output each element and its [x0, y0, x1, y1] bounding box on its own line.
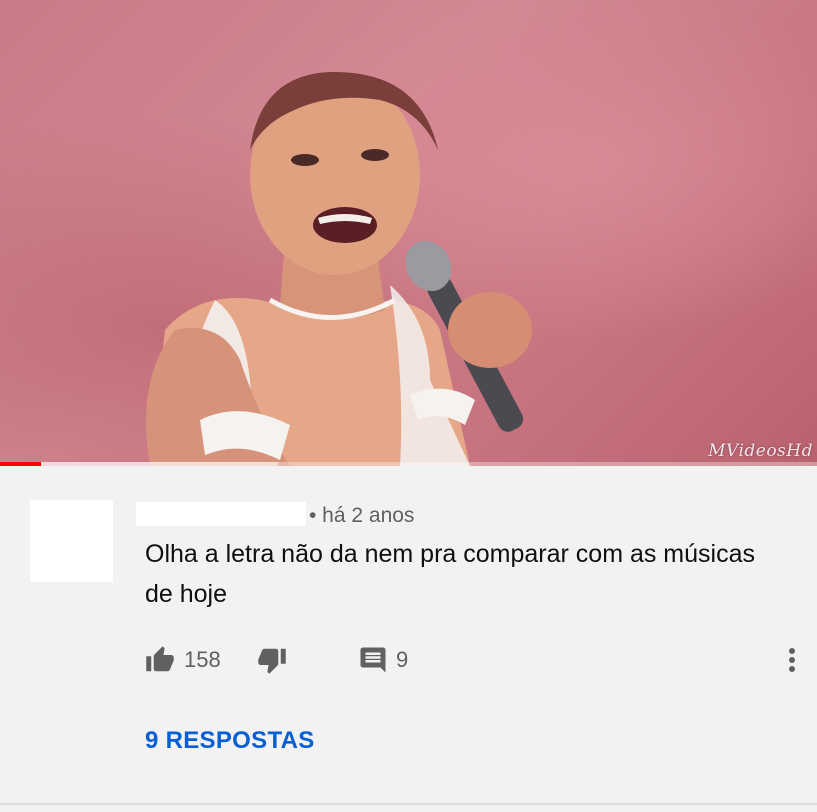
avatar[interactable] — [30, 500, 113, 582]
dislike-button[interactable] — [256, 640, 288, 680]
like-button[interactable]: 158 — [144, 640, 221, 680]
thumbs-up-icon — [146, 646, 174, 672]
divider — [0, 803, 817, 805]
comment-text: Olha a letra não da nem pra comparar com… — [145, 540, 755, 608]
video-progress-buffered — [0, 462, 278, 466]
like-count: 158 — [184, 647, 221, 672]
reply-button[interactable]: 9 — [358, 640, 408, 680]
video-progress-bar[interactable] — [0, 462, 817, 466]
video-frame — [145, 71, 532, 466]
comment-icon — [360, 647, 386, 673]
video-progress-played — [0, 462, 41, 466]
video-player[interactable]: MVideosHd — [0, 0, 817, 466]
comment-actions: 158 9 — [0, 640, 817, 680]
view-replies-link[interactable]: 9 RESPOSTAS — [145, 727, 315, 755]
channel-watermark: MVideosHd — [708, 441, 813, 461]
comment-timestamp: • há 2 anos — [309, 504, 415, 527]
author-name-redacted[interactable] — [136, 502, 306, 526]
more-options-button[interactable] — [780, 640, 804, 680]
thumbs-down-icon — [258, 648, 286, 674]
vertical-dots-icon — [789, 648, 795, 672]
reply-count: 9 — [396, 647, 409, 672]
